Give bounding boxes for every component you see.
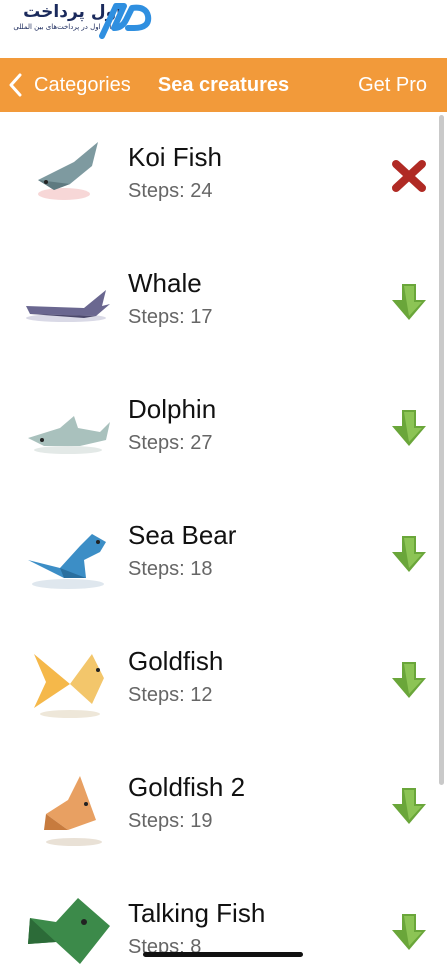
download-arrow-icon[interactable] [390, 912, 428, 952]
download-arrow-icon[interactable] [390, 408, 428, 448]
download-arrow-icon[interactable] [390, 282, 428, 322]
item-name: Dolphin [128, 394, 217, 424]
goldfish-2-thumbnail [44, 776, 102, 846]
get-pro-button[interactable]: Get Pro [358, 58, 427, 112]
item-name: Talking Fish [128, 898, 266, 928]
download-arrow-icon[interactable] [390, 786, 428, 826]
brand-watermark: اول پرداخت انتخاب اول در پرداخت‌های بین … [0, 0, 447, 58]
goldfish-thumbnail [34, 654, 112, 718]
item-steps: Steps: 27 [128, 432, 213, 454]
item-name: Koi Fish [128, 142, 222, 172]
delete-icon[interactable] [390, 156, 428, 196]
sea-bear-thumbnail [28, 534, 106, 589]
navigation-bar: Categories Sea creatures Get Pro [0, 58, 447, 112]
origami-list: Koi Fish Steps: 24 Whale Steps: 17 Dolph… [0, 112, 447, 968]
dolphin-thumbnail [28, 416, 110, 454]
list-item-goldfish[interactable]: Goldfish Steps: 12 [0, 616, 447, 742]
list-item-dolphin[interactable]: Dolphin Steps: 27 [0, 364, 447, 490]
list-item-koi-fish[interactable]: Koi Fish Steps: 24 [0, 112, 447, 238]
scrollbar[interactable] [439, 115, 444, 785]
download-arrow-icon[interactable] [390, 534, 428, 574]
item-steps: Steps: 24 [128, 180, 213, 202]
list-item-goldfish-2[interactable]: Goldfish 2 Steps: 19 [0, 742, 447, 868]
list-item-whale[interactable]: Whale Steps: 17 [0, 238, 447, 364]
page-title-text: Sea creatures [157, 74, 290, 96]
item-name: Whale [128, 268, 202, 298]
chevron-left-icon [9, 73, 22, 97]
back-button[interactable]: Categories [8, 58, 131, 112]
item-steps: Steps: 12 [128, 684, 213, 706]
item-steps: Steps: 17 [128, 306, 213, 328]
whale-thumbnail [26, 290, 110, 322]
item-name: Goldfish 2 [128, 772, 246, 802]
item-name: Goldfish [128, 646, 224, 676]
item-name: Sea Bear [128, 520, 237, 550]
item-steps: Steps: 18 [128, 558, 213, 580]
talking-fish-thumbnail [28, 898, 110, 964]
koi-fish-thumbnail [38, 142, 98, 200]
download-arrow-icon[interactable] [390, 660, 428, 700]
brand-logo-icon [99, 3, 152, 39]
back-button-label: Categories [34, 73, 131, 96]
item-steps: Steps: 19 [128, 810, 213, 832]
list-item-sea-bear[interactable]: Sea Bear Steps: 18 [0, 490, 447, 616]
home-indicator[interactable] [143, 952, 303, 957]
